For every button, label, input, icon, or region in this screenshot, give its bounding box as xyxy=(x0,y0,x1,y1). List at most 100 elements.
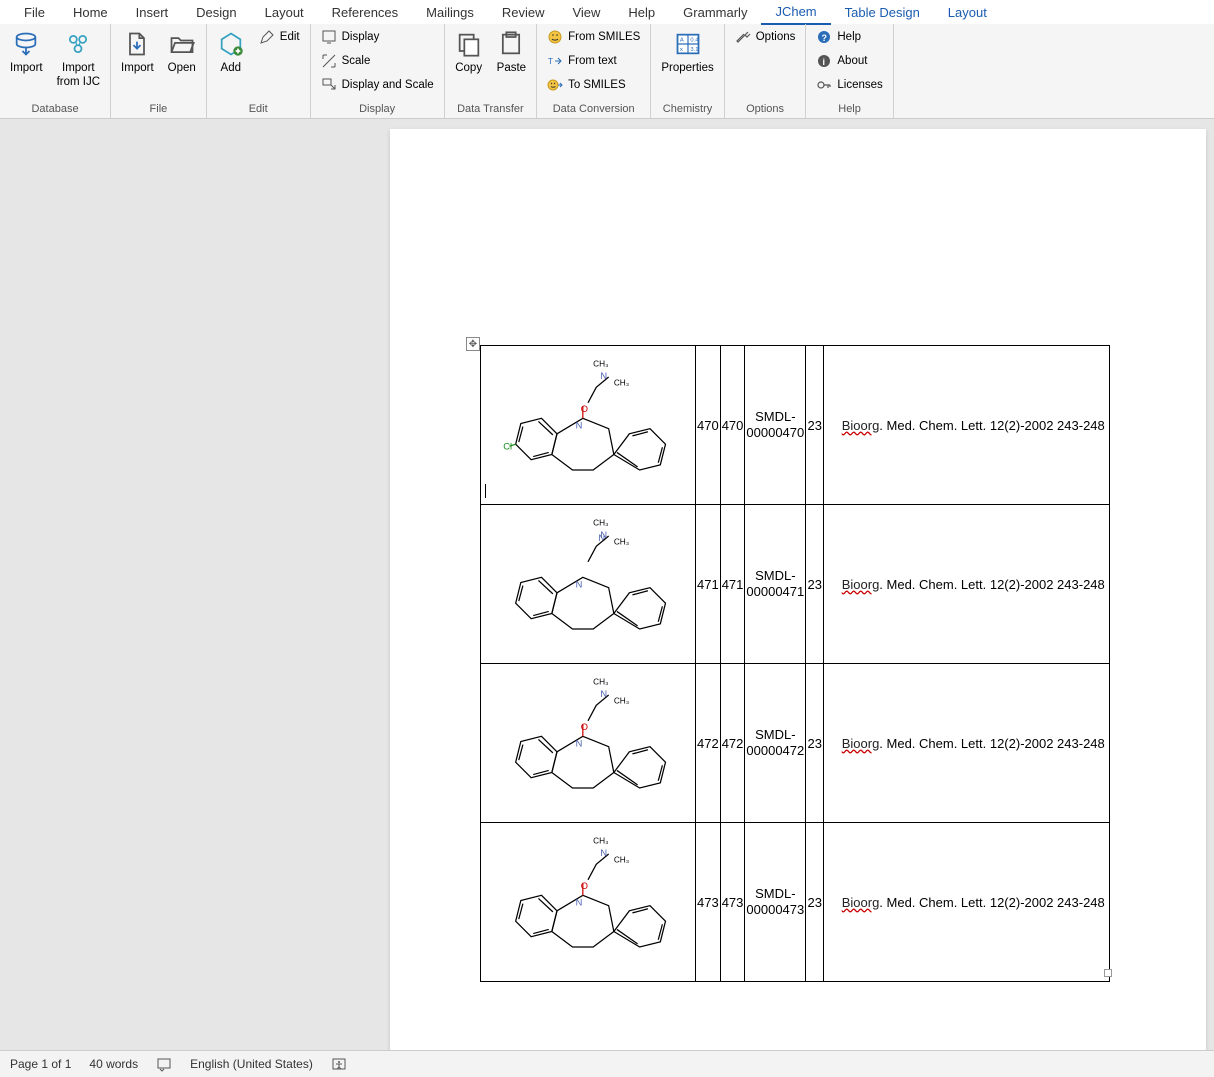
code-cell[interactable]: SMDL-00000472 xyxy=(745,664,806,823)
ribbon-group-chemistry: A0.4x3.1 Properties Chemistry xyxy=(651,24,724,118)
reference-cell[interactable]: Bioorg. Med. Chem. Lett. 12(2)-2002 243-… xyxy=(824,664,1110,823)
about-button[interactable]: i About xyxy=(812,50,886,72)
add-button[interactable]: Add xyxy=(213,26,249,80)
spellcheck-icon[interactable] xyxy=(156,1056,172,1072)
import-label: Import xyxy=(10,62,43,76)
structure-drawing: O N CH₃ CH₃ N xyxy=(482,823,694,978)
database-import-icon xyxy=(12,30,40,58)
menu-tab-layout[interactable]: Layout xyxy=(251,1,318,24)
from-smiles-button[interactable]: From SMILES xyxy=(543,26,644,48)
menu-tab-grammarly[interactable]: Grammarly xyxy=(669,1,761,24)
display-button[interactable]: Display xyxy=(317,26,438,48)
edit-label: Edit xyxy=(280,31,300,43)
menu-tab-view[interactable]: View xyxy=(558,1,614,24)
reference-cell[interactable]: Bioorg. Med. Chem. Lett. 12(2)-2002 243-… xyxy=(824,505,1110,664)
file-open-button[interactable]: Open xyxy=(164,26,200,80)
bioorg-text: Bioorg xyxy=(842,418,880,433)
display-scale-label: Display and Scale xyxy=(342,79,434,91)
svg-text:O: O xyxy=(581,404,588,414)
menu-tab-jchem[interactable]: JChem xyxy=(761,0,830,25)
table-anchor-handle[interactable]: ✥ xyxy=(466,337,480,351)
svg-text:N: N xyxy=(576,580,583,590)
structure-cell[interactable]: O N CH₃ CH₃ N Cl xyxy=(481,346,696,505)
num-cell[interactable]: 23 xyxy=(806,346,824,505)
num-cell[interactable]: 23 xyxy=(806,505,824,664)
code-cell[interactable]: SMDL-00000473 xyxy=(745,823,806,982)
paste-label: Paste xyxy=(497,62,526,76)
menu-tab-review[interactable]: Review xyxy=(488,1,559,24)
menu-tab-file[interactable]: File xyxy=(10,1,59,24)
menu-tab-references[interactable]: References xyxy=(318,1,412,24)
svg-text:O: O xyxy=(581,881,588,891)
table-resize-handle[interactable] xyxy=(1104,969,1112,977)
ribbon-group-display: Display Scale Display and Scale Display xyxy=(311,24,445,118)
properties-button[interactable]: A0.4x3.1 Properties xyxy=(657,26,717,80)
menu-tab-table-design[interactable]: Table Design xyxy=(831,1,934,24)
id2-cell[interactable]: 473 xyxy=(720,823,745,982)
svg-text:CH₃: CH₃ xyxy=(614,696,629,705)
menu-tab-layout[interactable]: Layout xyxy=(934,1,1001,24)
code-cell[interactable]: SMDL-00000471 xyxy=(745,505,806,664)
group-label-data-transfer: Data Transfer xyxy=(451,101,530,118)
ref-suffix: . Med. Chem. Lett. 12(2)-2002 243-248 xyxy=(879,418,1104,433)
to-smiles-button[interactable]: To SMILES xyxy=(543,74,644,96)
options-label: Options xyxy=(756,31,796,43)
import-button[interactable]: Import xyxy=(6,26,47,80)
menu-tab-home[interactable]: Home xyxy=(59,1,122,24)
help-button[interactable]: ? Help xyxy=(812,26,886,48)
structure-cell[interactable]: O N CH₃ CH₃ N xyxy=(481,664,696,823)
smiley-right-icon xyxy=(547,77,563,93)
num-cell[interactable]: 23 xyxy=(806,664,824,823)
import-ijc-label: Import from IJC xyxy=(57,62,100,90)
licenses-button[interactable]: Licenses xyxy=(812,74,886,96)
table-row: O N CH₃ CH₃ N Cl 470 470 SMDL-00000470 2… xyxy=(481,346,1110,505)
hexagon-add-icon xyxy=(217,30,245,58)
id1-cell[interactable]: 472 xyxy=(696,664,721,823)
document-area[interactable]: ✥ O N CH₃ CH₃ N Cl 470 470 SMDL-00000470… xyxy=(0,119,1214,1050)
menu-tab-insert[interactable]: Insert xyxy=(122,1,183,24)
scale-icon xyxy=(321,53,337,69)
id2-cell[interactable]: 472 xyxy=(720,664,745,823)
structure-drawing: N N CH₃ CH₃ N xyxy=(482,505,694,660)
num-cell[interactable]: 23 xyxy=(806,823,824,982)
reference-cell[interactable]: Bioorg. Med. Chem. Lett. 12(2)-2002 243-… xyxy=(824,346,1110,505)
status-language[interactable]: English (United States) xyxy=(190,1057,313,1071)
copy-button[interactable]: Copy xyxy=(451,26,487,80)
structure-cell[interactable]: O N CH₃ CH₃ N xyxy=(481,823,696,982)
id1-cell[interactable]: 473 xyxy=(696,823,721,982)
menu-tab-design[interactable]: Design xyxy=(182,1,250,24)
structure-drawing: O N CH₃ CH₃ N Cl xyxy=(482,346,694,501)
id2-cell[interactable]: 470 xyxy=(720,346,745,505)
reference-cell[interactable]: Bioorg. Med. Chem. Lett. 12(2)-2002 243-… xyxy=(824,823,1110,982)
status-page[interactable]: Page 1 of 1 xyxy=(10,1057,71,1071)
bioorg-text: Bioorg xyxy=(842,577,880,592)
file-import-button[interactable]: Import xyxy=(117,26,158,80)
paste-button[interactable]: Paste xyxy=(493,26,530,80)
svg-text:i: i xyxy=(823,57,826,67)
id1-cell[interactable]: 470 xyxy=(696,346,721,505)
structure-cell[interactable]: N N CH₃ CH₃ N xyxy=(481,505,696,664)
accessibility-icon[interactable] xyxy=(331,1056,347,1072)
id1-cell[interactable]: 471 xyxy=(696,505,721,664)
svg-text:CH₃: CH₃ xyxy=(593,519,608,528)
copy-icon xyxy=(455,30,483,58)
ref-suffix: . Med. Chem. Lett. 12(2)-2002 243-248 xyxy=(879,736,1104,751)
id2-cell[interactable]: 471 xyxy=(720,505,745,664)
display-and-scale-button[interactable]: Display and Scale xyxy=(317,74,438,96)
menu-tab-help[interactable]: Help xyxy=(614,1,669,24)
help-label: Help xyxy=(837,31,861,43)
options-button[interactable]: Options xyxy=(731,26,800,48)
file-import-label: Import xyxy=(121,62,154,76)
status-words[interactable]: 40 words xyxy=(89,1057,138,1071)
bioorg-text: Bioorg xyxy=(842,736,880,751)
svg-text:A: A xyxy=(679,38,683,44)
pencil-icon xyxy=(259,29,275,45)
menu-tab-mailings[interactable]: Mailings xyxy=(412,1,488,24)
edit-button[interactable]: Edit xyxy=(255,26,304,48)
copy-label: Copy xyxy=(455,62,482,76)
from-text-button[interactable]: T From text xyxy=(543,50,644,72)
code-cell[interactable]: SMDL-00000470 xyxy=(745,346,806,505)
scale-button[interactable]: Scale xyxy=(317,50,438,72)
import-from-ijc-button[interactable]: Import from IJC xyxy=(53,26,104,94)
svg-text:CH₃: CH₃ xyxy=(614,855,629,864)
